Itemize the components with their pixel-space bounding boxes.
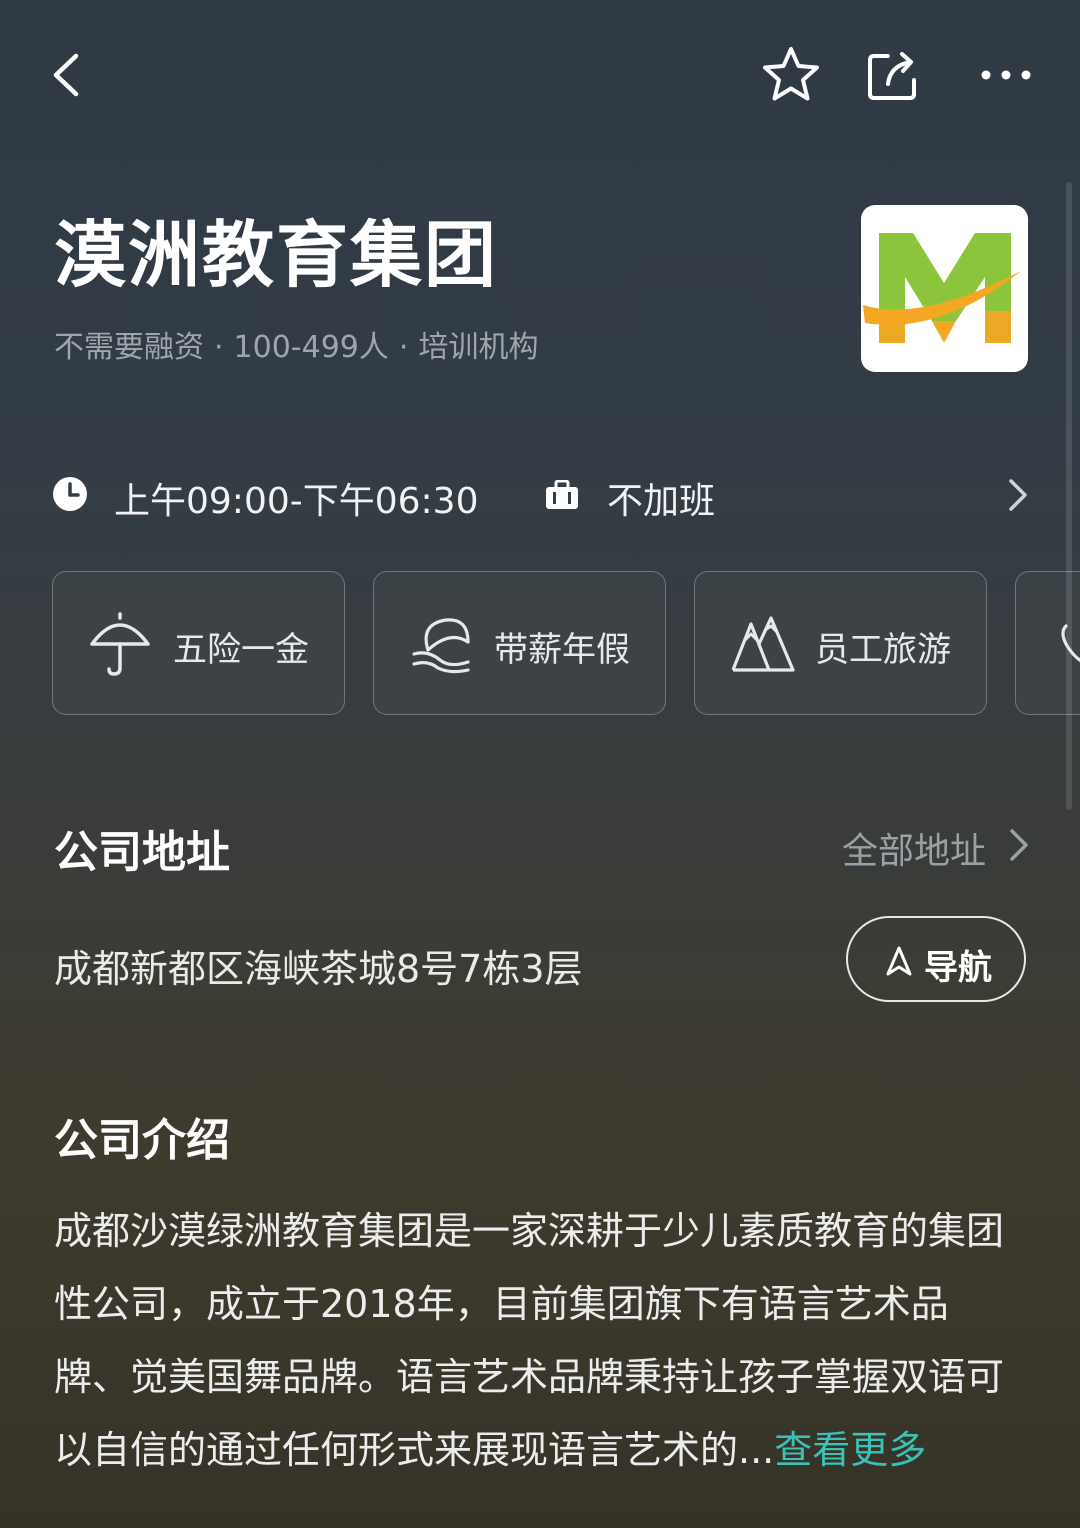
work-hours: 上午09:00-下午06:30	[114, 481, 479, 522]
benefit-label: 员工旅游	[815, 630, 951, 670]
benefit-card-partial[interactable]	[1015, 571, 1080, 715]
company-size: 100-499人	[233, 330, 389, 365]
umbrella-icon	[90, 612, 150, 676]
benefit-card[interactable]: 带薪年假	[373, 571, 666, 715]
financing-stage: 不需要融资	[54, 330, 204, 365]
address-section-title: 公司地址	[54, 827, 230, 878]
more-button[interactable]	[978, 58, 1034, 92]
clock-icon	[53, 477, 87, 511]
briefcase-icon	[546, 480, 578, 509]
mountain-icon	[731, 616, 795, 672]
favorite-button[interactable]	[760, 44, 822, 106]
all-addresses-link[interactable]: 全部地址	[842, 822, 1032, 872]
chevron-left-icon	[53, 53, 79, 97]
company-address: 成都新都区海峡茶城8号7栋3层	[54, 947, 583, 991]
all-addresses-label: 全部地址	[842, 831, 987, 872]
company-meta: 不需要融资 · 100-499人 · 培训机构	[54, 322, 538, 366]
company-intro: 成都沙漠绿洲教育集团是一家深耕于少儿素质教育的集团性公司，成立于2018年，目前…	[54, 1195, 1014, 1487]
view-more-link[interactable]: 查看更多	[774, 1428, 926, 1472]
separator: ·	[214, 330, 224, 365]
beach-icon	[412, 618, 470, 674]
chevron-right-icon	[1010, 829, 1028, 861]
intro-section-title: 公司介绍	[54, 1115, 230, 1166]
separator: ·	[398, 330, 409, 365]
benefit-label: 带薪年假	[494, 630, 630, 670]
company-logo	[861, 205, 1028, 372]
chevron-right-icon	[1009, 479, 1027, 511]
navigation-button[interactable]: 导航	[846, 916, 1026, 1002]
benefit-card[interactable]: 员工旅游	[694, 571, 987, 715]
overtime-policy: 不加班	[607, 481, 716, 522]
share-button[interactable]	[864, 46, 922, 104]
benefits-list[interactable]: 五险一金 带薪年假 员工旅游	[52, 571, 1080, 717]
industry: 培训机构	[418, 330, 539, 365]
share-icon	[868, 52, 916, 100]
benefit-label: 五险一金	[173, 630, 309, 670]
navigation-label: 导航	[924, 948, 992, 988]
company-name: 漠洲教育集团	[54, 213, 499, 297]
star-icon	[763, 47, 819, 101]
back-button[interactable]	[44, 50, 94, 100]
phone-icon	[1061, 624, 1080, 663]
navigation-icon	[886, 946, 912, 976]
more-icon	[981, 70, 1031, 80]
work-info-row[interactable]: 上午09:00-下午06:30 不加班	[52, 470, 1032, 522]
benefit-card[interactable]: 五险一金	[52, 571, 345, 715]
